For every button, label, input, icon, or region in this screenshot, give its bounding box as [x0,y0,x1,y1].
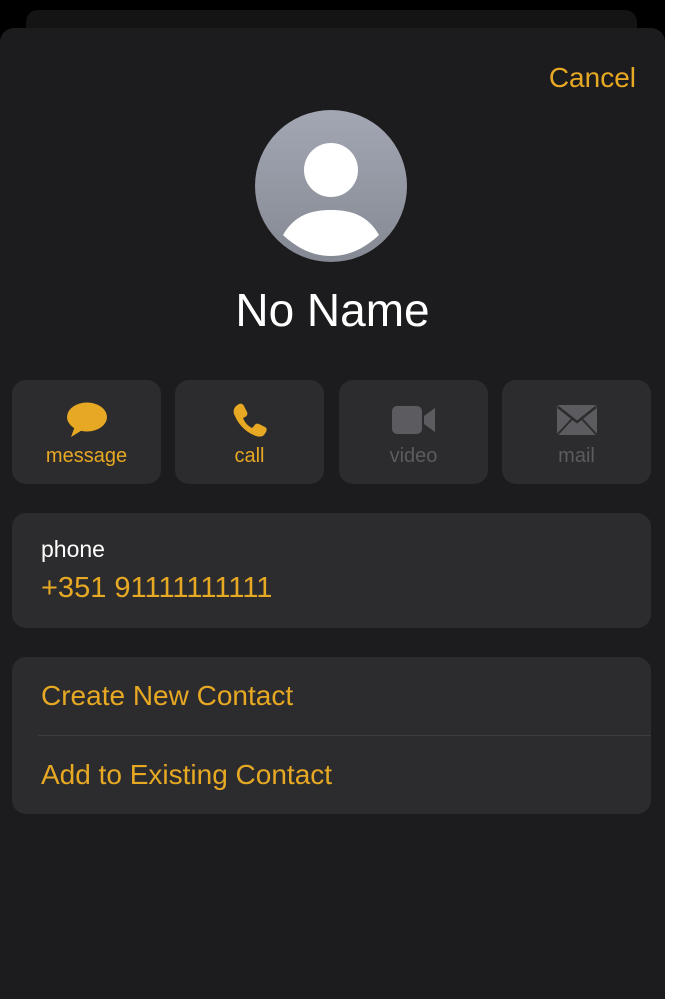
person-silhouette-icon [283,143,379,256]
message-button[interactable]: message [12,380,161,484]
phone-number-link[interactable]: +351 91111111111 [41,571,272,605]
phone-handset-icon [233,403,267,437]
phone-screen: Cancel No Name message call video mail p… [0,0,665,999]
mail-label: mail [558,445,595,467]
quick-actions: message call video mail [12,380,651,484]
message-bubble-icon [66,402,107,437]
video-button[interactable]: video [339,380,488,484]
create-new-contact-label: Create New Contact [41,680,294,711]
contact-options-card: Create New Contact Add to Existing Conta… [12,657,651,814]
phone-info-card: phone +351 91111111111 [12,513,651,628]
message-label: message [45,445,128,467]
add-to-existing-contact-label: Add to Existing Contact [41,759,333,790]
unknown-caller-sheet: Cancel No Name message call video mail p… [0,28,665,999]
envelope-icon [556,405,597,435]
create-new-contact-button[interactable]: Create New Contact [12,657,651,735]
video-camera-icon [391,406,435,434]
cancel-button[interactable]: Cancel [549,62,636,94]
call-button[interactable]: call [175,380,324,484]
phone-label: phone [41,536,105,562]
call-label: call [234,445,265,467]
video-label: video [389,445,438,467]
contact-name: No Name [235,284,430,336]
avatar [255,110,407,262]
add-to-existing-contact-button[interactable]: Add to Existing Contact [12,736,651,814]
mail-button[interactable]: mail [502,380,651,484]
